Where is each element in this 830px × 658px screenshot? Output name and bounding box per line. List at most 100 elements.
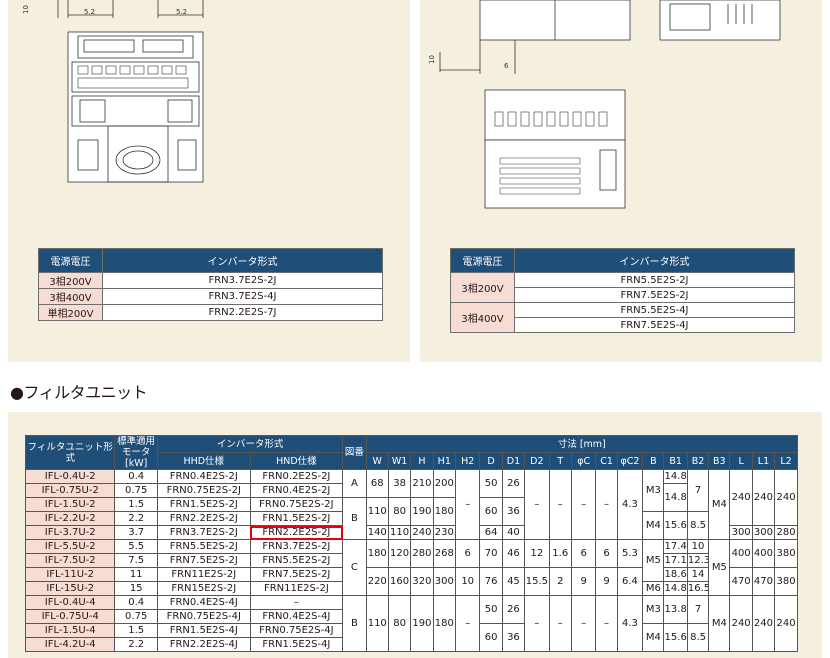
motor-kw: 2.2 [114,637,158,652]
hnd-model: FRN7.5E2S-2J [249,567,344,582]
inverter-cell: FRN7.5E2S-4J [514,317,795,333]
hhd-model: FRN1.5E2S-2J [156,497,251,512]
table-row: IFL-0.4U-4 0.4 FRN0.4E2S-4J – B 110 80 1… [24,595,798,652]
hhd-model: FRN1.5E2S-4J [156,623,251,638]
hhd-model: FRN5.5E2S-2J [156,539,251,554]
dim-cell: 17.4 [663,539,688,554]
table-row: IFL-0.4U-2 0.4 FRN0.4E2S-2J FRN0.2E2S-2J… [24,469,798,540]
header-dim-l1: L1 [751,452,776,470]
filter-model: IFL-1.5U-4 [24,623,116,638]
inverter-cell: FRN3.7E2S-2J [102,272,383,289]
dim-cell: 16.5 [686,581,710,596]
header-dim-c2: φC2 [616,452,644,470]
dim-cell: M4 [708,469,731,540]
hhd-model: FRN11E2S-2J [156,567,251,582]
voltage-cell: 3相400V [38,288,103,305]
dim-cell: 76 [479,567,503,596]
dim-cell: 140 [365,525,389,540]
dim-cell: 12 [524,539,550,568]
dim-cell: 14.8 [663,483,688,512]
filter-model: IFL-7.5U-2 [24,553,116,568]
dim-cell: 50 [479,469,503,498]
dim-cell: – [570,595,597,652]
header-inverter: インバータ形式 [514,248,795,273]
dim-cell: 14 [686,567,710,582]
motor-kw: 1.5 [114,623,158,638]
motor-kw: 11 [114,567,158,582]
dim-cell: 220 [365,567,389,596]
filter-unit-table: フィルタユニット形式 標準適用モータ[kW] インバータ形式 図番 寸法 [mm… [24,435,799,652]
dim-cell: 470 [751,567,776,596]
left-inverter-drawing: 5.2 5.2 10 [22,0,204,183]
dim-cell: M6 [642,581,665,596]
dim-cell: 64 [479,525,503,540]
header-dim-c: φC [570,452,597,470]
dim-cell: 110 [387,525,412,540]
dim-cell: 4.3 [616,469,644,540]
dim-cell: M3 [642,595,665,624]
dim-cell: 1.6 [548,539,572,568]
dim-cell: 300 [751,525,776,540]
motor-kw: 0.4 [114,469,158,484]
dim-cell: – [595,595,618,652]
header-dim-w: W [365,452,389,470]
dim-cell: 300 [432,567,456,596]
filter-model: IFL-3.7U-2 [24,525,116,540]
left-voltage-table: 電源電圧 インバータ形式 3相200V FRN3.7E2S-2J 3相400V FRN… [38,248,383,321]
dim-cell: 60 [479,623,503,652]
header-filter-type: フィルタユニット形式 [24,435,116,470]
dim-cell: 38 [387,469,412,498]
voltage-cell: 3相200V [450,272,515,303]
section-title: ●フィルタユニット [10,383,148,402]
dim-cell: 80 [387,595,412,652]
dim-cell: – [595,469,618,540]
header-motor: 標準適用モータ[kW] [114,435,158,470]
hhd-model: FRN0.4E2S-2J [156,469,251,484]
inverter-cell: FRN7.5E2S-2J [514,287,795,303]
dim-cell: 210 [410,469,434,498]
dim-cell: 400 [729,539,753,568]
dim-cell: 14.8 [663,581,688,596]
dim-label: 10 [428,55,436,64]
dim-cell: 230 [432,525,456,540]
fig-cell: B [342,595,367,652]
dim-cell: M5 [642,539,665,582]
dim-cell: 190 [410,595,434,652]
dim-cell: 240 [751,469,776,526]
dim-cell: 180 [432,595,456,652]
dim-cell: 15.5 [524,567,550,596]
dim-cell: 160 [387,567,412,596]
dim-cell: 45 [501,567,526,596]
hhd-model: FRN2.2E2S-2J [156,511,251,526]
hnd-model-highlighted: FRN2.2E2S-2J [249,525,344,540]
right-inverter-drawing: 10 6 [428,0,781,209]
header-dim-l2: L2 [774,452,798,470]
dim-cell: 110 [365,497,389,526]
header-dim-l: L [729,452,753,470]
dim-cell: 14.8 [663,469,688,484]
header-dim-b3: B3 [708,452,731,470]
filter-model: IFL-1.5U-2 [24,497,116,512]
dim-cell: 5.3 [616,539,644,568]
filter-model: IFL-4.2U-4 [24,637,116,652]
dim-cell: – [454,595,481,652]
header-dim-w1: W1 [387,452,412,470]
header-dim-d: D [479,452,503,470]
dim-cell: 46 [501,539,526,568]
hnd-model: FRN0.75E2S-4J [249,623,344,638]
hnd-model: FRN0.75E2S-2J [249,497,344,512]
hnd-model: FRN5.5E2S-2J [249,553,344,568]
dim-cell: 7 [686,595,710,624]
voltage-cell: 単相200V [38,304,103,321]
motor-kw: 3.7 [114,525,158,540]
dim-cell: 15.6 [663,511,688,540]
right-figure-panel: 10 6 電源電圧 インバータ形式 3相200V FRN5.5E2S-2J FRN7… [420,0,822,362]
dim-cell: 190 [410,497,434,526]
motor-kw: 1.5 [114,497,158,512]
motor-kw: 5.5 [114,539,158,554]
header-dim-b: B [642,452,665,470]
dim-cell: 200 [432,469,456,498]
filter-model: IFL-11U-2 [24,567,116,582]
table-row: IFL-5.5U-2 5.5 FRN5.5E2S-2J FRN3.7E2S-2J… [24,539,798,596]
dim-cell: 70 [479,539,503,568]
